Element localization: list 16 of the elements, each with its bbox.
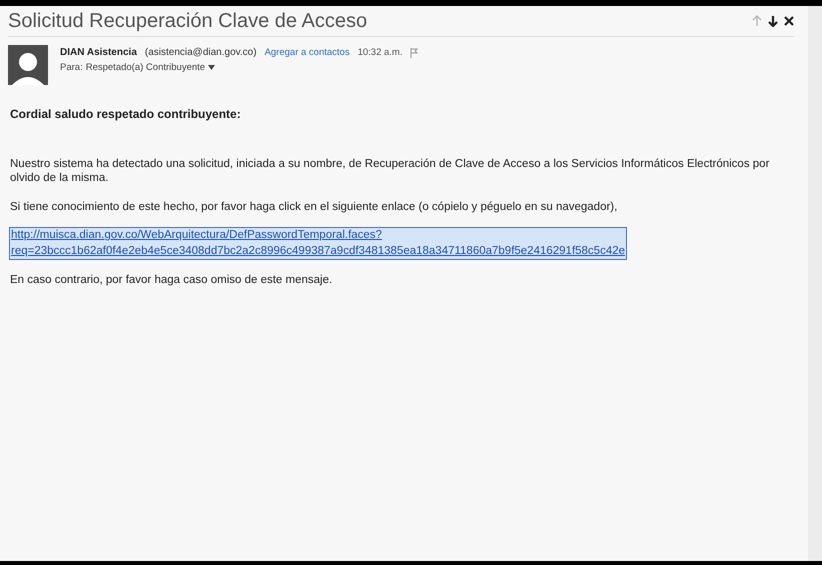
sender-name: DIAN Asistencia xyxy=(60,47,137,58)
password-reset-link[interactable]: http://muisca.dian.gov.co/WebArquitectura/DefPasswordTemporal.faces? req=23bccc1b62af0f4e2eb4e5ce3408dd7bc2a2c8996c499387a9cdf3481385ea18a34711860a7b9f5e2416291f58c5c42e xyxy=(10,228,626,260)
flag-icon[interactable] xyxy=(410,48,418,58)
add-to-contacts-link[interactable]: Agregar a contactos xyxy=(264,47,350,58)
recipient-label: Para: xyxy=(60,62,83,73)
close-icon[interactable] xyxy=(784,16,794,26)
recipient-name: Respetado(a) Contribuyente xyxy=(86,62,206,73)
email-subject: Solicitud Recuperación Clave de Acceso xyxy=(8,10,368,32)
greeting-text: Cordial saludo respetado contribuyente: xyxy=(10,107,242,121)
body-paragraph: Nuestro sistema ha detectado una solicitud, iniciada a su nombre, de Recuperación de Clave de Acceso a los Servicios Informáticos Electrónicos por olvido de la misma. xyxy=(10,157,770,186)
closing-paragraph: En caso contrario, por favor haga caso omiso de este mensaje. xyxy=(10,273,334,288)
body-paragraph: Si tiene conocimiento de este hecho, por favor haga click en el siguiente enlace (o cópielo y péguelo en su navegador), xyxy=(10,200,618,214)
caret-icon[interactable] xyxy=(208,65,216,70)
message-time: 10:32 a.m. xyxy=(358,47,402,58)
down-arrow-icon[interactable] xyxy=(768,15,778,27)
sender-address: (asistencia@dian.gov.co) xyxy=(144,47,257,58)
